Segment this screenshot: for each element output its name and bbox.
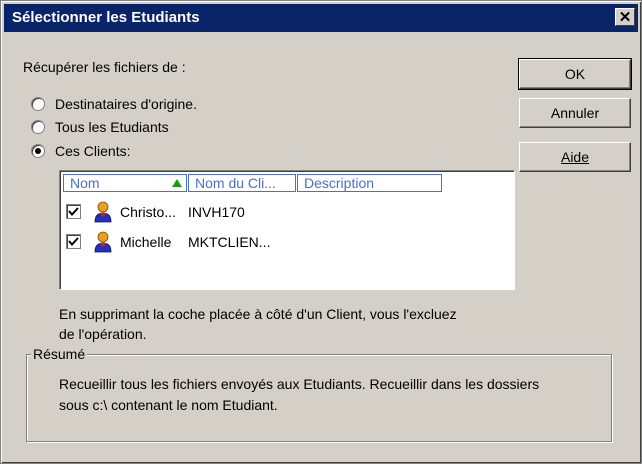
radio-label: Destinataires d'origine. <box>55 96 197 112</box>
summary-legend: Résumé <box>31 346 88 362</box>
table-row[interactable]: Christo... INVH170 <box>60 199 514 225</box>
summary-line-1: Recueillir tous les fichiers envoyés aux… <box>59 376 540 392</box>
close-icon: ✕ <box>618 8 632 26</box>
user-icon <box>94 231 112 253</box>
radio-circle <box>31 97 45 111</box>
ok-button[interactable]: OK <box>518 58 632 90</box>
hint-line-2: de l'opération. <box>59 326 147 342</box>
cell-name: Christo... <box>120 204 177 220</box>
radio-label: Tous les Etudiants <box>55 119 169 135</box>
column-label: Nom <box>70 175 100 191</box>
cancel-button[interactable]: Annuler <box>519 98 631 128</box>
summary-line-2: sous c:\ contenant le nom Etudiant. <box>59 397 278 413</box>
row-checkbox[interactable] <box>66 234 81 249</box>
radio-circle-checked <box>31 144 45 158</box>
sort-ascending-icon <box>172 179 182 187</box>
clients-list[interactable]: Nom Nom du Cli... Description Christo...… <box>59 170 515 290</box>
help-button[interactable]: Aide <box>519 142 631 172</box>
prompt-label: Récupérer les fichiers de : <box>23 59 186 75</box>
radio-these-clients[interactable]: Ces Clients: <box>31 143 130 159</box>
radio-original-recipients[interactable]: Destinataires d'origine. <box>31 96 197 112</box>
cell-client: INVH170 <box>188 204 245 220</box>
row-checkbox[interactable] <box>66 204 81 219</box>
radio-all-students[interactable]: Tous les Etudiants <box>31 119 169 135</box>
cell-name: Michelle <box>120 234 172 250</box>
radio-circle <box>31 120 45 134</box>
radio-label: Ces Clients: <box>55 143 131 159</box>
checkmark-icon <box>68 237 79 247</box>
help-label: Aide <box>560 149 590 165</box>
column-header-name[interactable]: Nom <box>63 174 187 192</box>
cell-client: MKTCLIEN... <box>188 234 271 250</box>
checkmark-icon <box>68 207 79 217</box>
column-header-client-name[interactable]: Nom du Cli... <box>188 174 296 192</box>
user-icon <box>94 201 112 223</box>
title-bar: Sélectionner les Etudiants ✕ <box>4 4 638 32</box>
window-title: Sélectionner les Etudiants <box>12 9 200 26</box>
column-header-description[interactable]: Description <box>297 174 442 192</box>
table-row[interactable]: Michelle MKTCLIEN... <box>60 229 514 255</box>
close-button[interactable]: ✕ <box>615 8 635 26</box>
hint-line-1: En supprimant la coche placée à côté d'u… <box>59 306 457 322</box>
dialog-window: Sélectionner les Etudiants ✕ Récupérer l… <box>0 0 642 464</box>
